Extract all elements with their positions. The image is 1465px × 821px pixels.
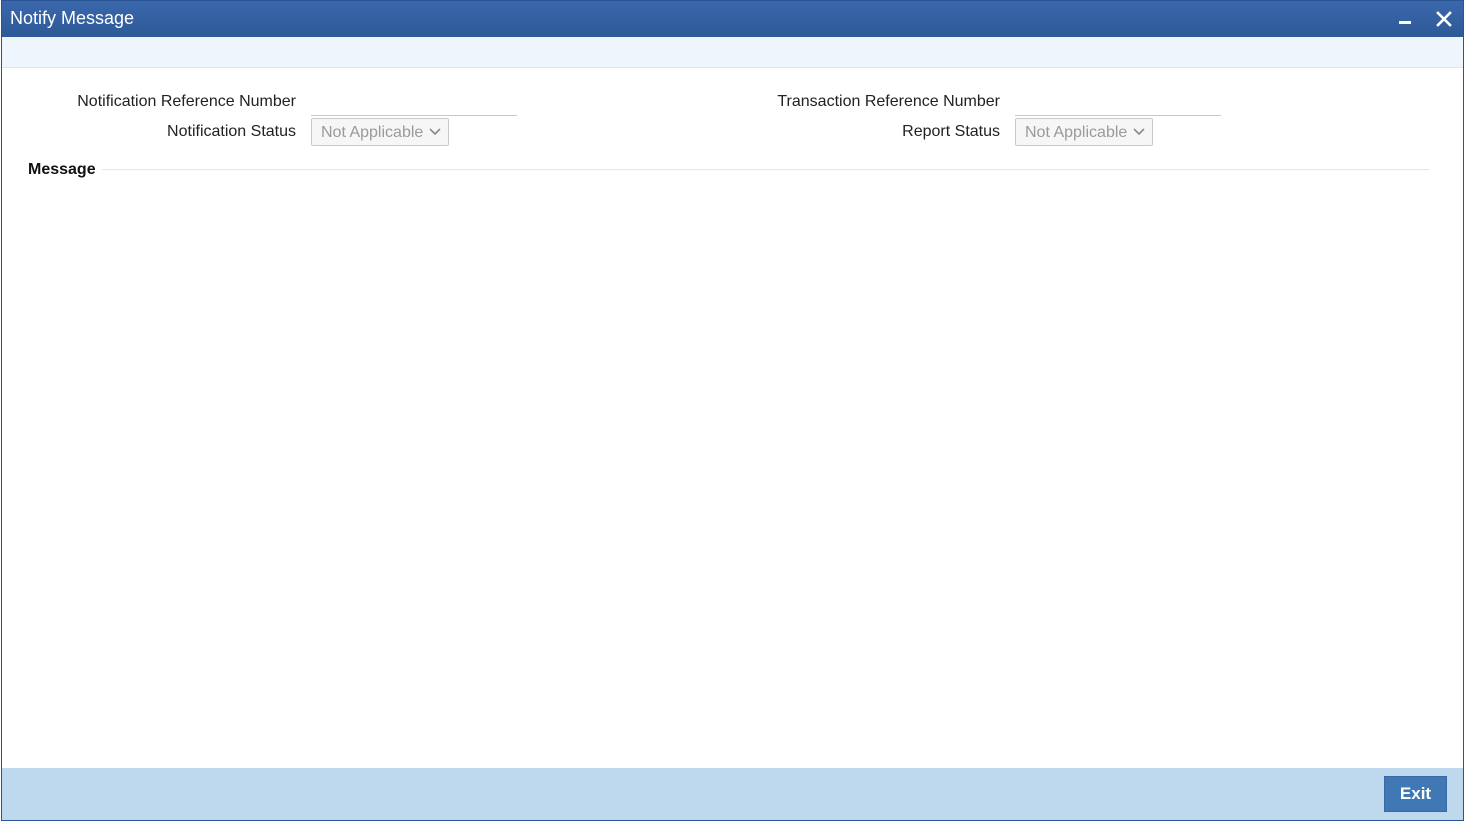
message-section-title: Message [28, 161, 102, 179]
minimize-icon [1399, 21, 1411, 24]
notification-status-label: Notification Status [167, 123, 296, 140]
title-bar: Notify Message [2, 1, 1463, 37]
close-button[interactable] [1432, 7, 1456, 31]
notify-message-window: Notify Message Notification Reference Nu… [1, 0, 1464, 821]
report-status-label: Report Status [902, 123, 1000, 140]
notification-status-select[interactable]: Not Applicable [311, 118, 449, 146]
message-section-divider [28, 169, 1429, 170]
chevron-down-icon [1133, 128, 1145, 136]
window-title: Notify Message [10, 8, 135, 28]
toolbar-strip [2, 37, 1463, 68]
close-icon [1436, 11, 1452, 27]
notification-reference-label: Notification Reference Number [77, 93, 296, 110]
report-status-value: Not Applicable [1025, 124, 1128, 141]
chevron-down-icon [429, 128, 441, 136]
transaction-reference-label: Transaction Reference Number [777, 93, 1000, 110]
report-status-select[interactable]: Not Applicable [1015, 118, 1153, 146]
notification-status-value: Not Applicable [321, 124, 424, 141]
transaction-reference-input[interactable] [1015, 91, 1221, 116]
exit-button[interactable]: Exit [1384, 776, 1447, 812]
minimize-button[interactable] [1394, 7, 1418, 31]
notification-reference-input[interactable] [311, 91, 517, 116]
footer-bar: Exit [2, 768, 1463, 820]
